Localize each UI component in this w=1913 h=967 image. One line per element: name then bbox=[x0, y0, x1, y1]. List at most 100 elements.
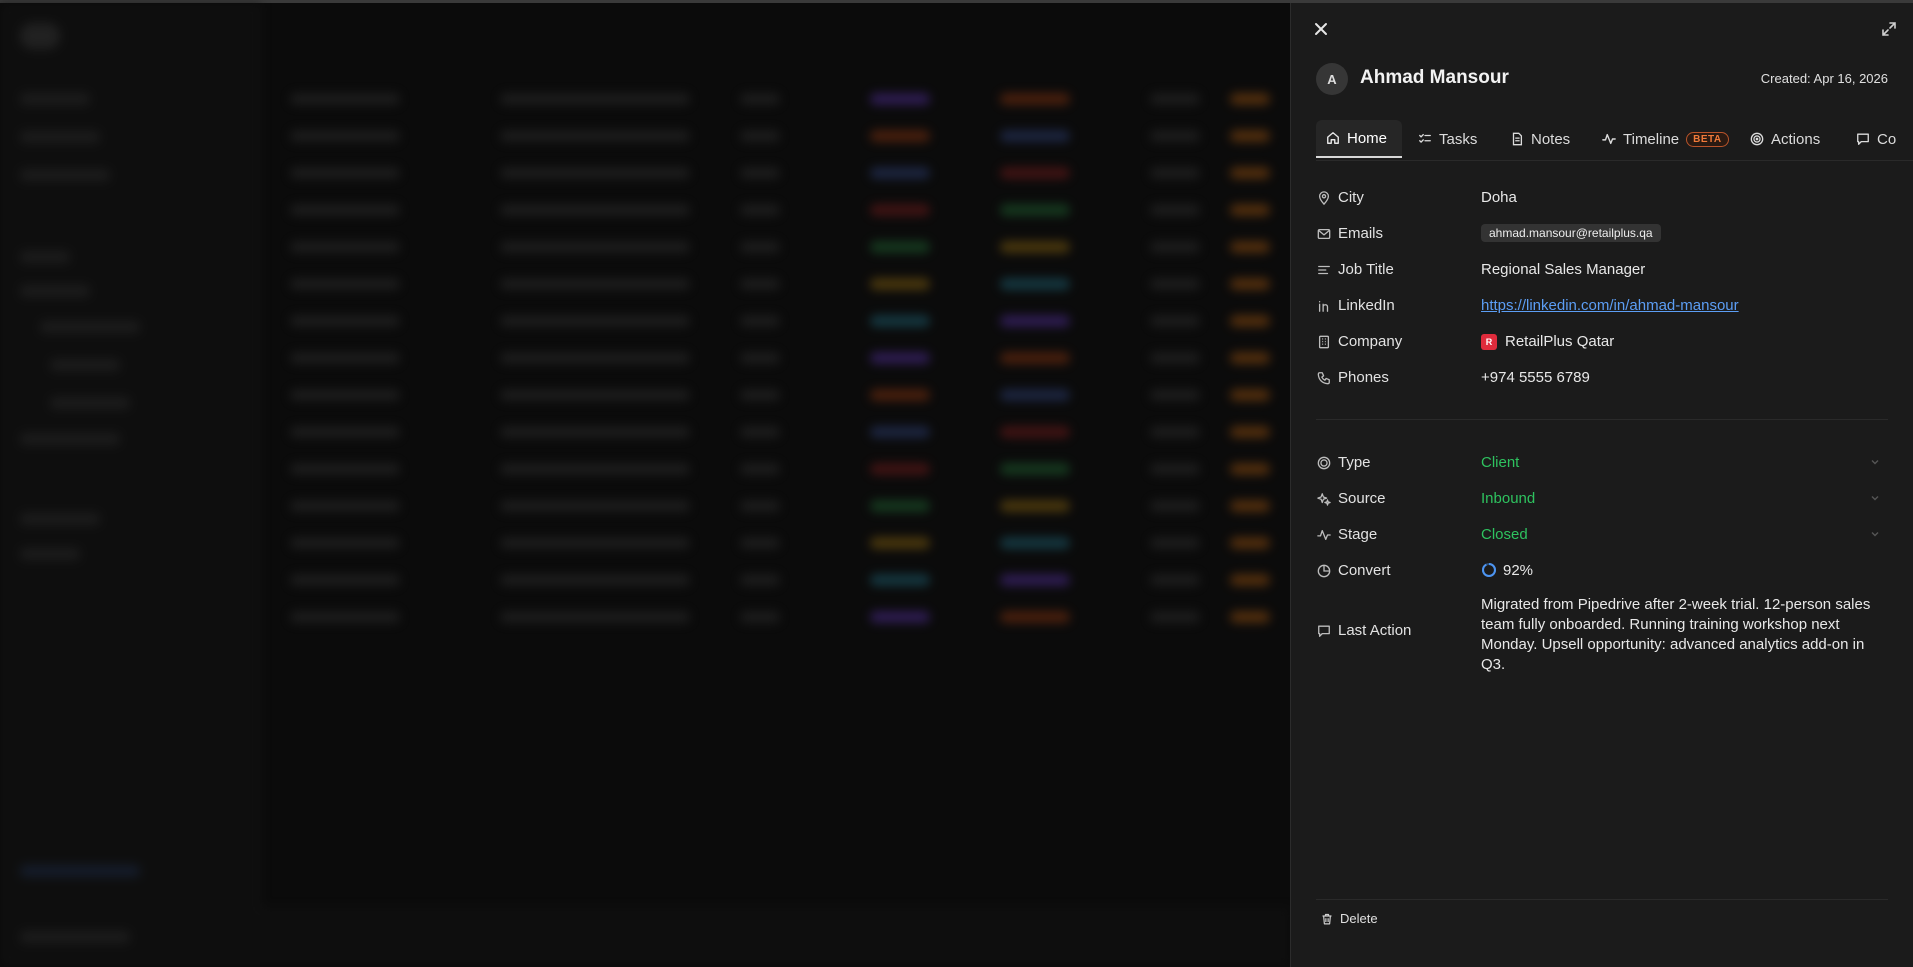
blurred-table-cell bbox=[500, 500, 690, 512]
field-linkedin-label: LinkedIn bbox=[1338, 297, 1395, 314]
linkedin-link[interactable]: https://linkedin.com/in/ahmad-mansour bbox=[1481, 297, 1739, 314]
blurred-table-cell bbox=[870, 574, 930, 586]
blurred-table-cell bbox=[740, 204, 780, 216]
blurred-table-cell bbox=[1150, 500, 1200, 512]
tasks-icon bbox=[1419, 133, 1431, 143]
blurred-table-cell bbox=[740, 241, 780, 253]
blurred-table-cell bbox=[1150, 574, 1200, 586]
building-icon bbox=[1316, 334, 1332, 350]
blurred-table-cell bbox=[1000, 130, 1070, 142]
blurred-table-cell bbox=[1230, 315, 1270, 327]
blurred-table-cell bbox=[870, 426, 930, 438]
chevron-down-icon[interactable] bbox=[1870, 457, 1880, 467]
field-job-title-value[interactable]: Regional Sales Manager bbox=[1481, 261, 1645, 278]
field-last-action-value[interactable]: Migrated from Pipedrive after 2-week tri… bbox=[1481, 595, 1881, 675]
field-phones[interactable]: Phones +974 5555 6789 bbox=[1316, 366, 1888, 390]
blurred-table-cell bbox=[1150, 611, 1200, 623]
home-icon bbox=[1327, 132, 1339, 144]
field-type-value[interactable]: Client bbox=[1481, 454, 1519, 471]
blurred-table-cell bbox=[870, 204, 930, 216]
blurred-table-cell bbox=[1000, 204, 1070, 216]
blurred-table-cell bbox=[740, 463, 780, 475]
blurred-table-cell bbox=[870, 389, 930, 401]
close-icon bbox=[1315, 23, 1327, 35]
created-date: Created: Apr 16, 2026 bbox=[1760, 71, 1888, 86]
record-header: A Ahmad Mansour Created: Apr 16, 2026 bbox=[1316, 63, 1888, 95]
field-stage[interactable]: Stage Closed bbox=[1316, 523, 1888, 547]
blurred-table-cell bbox=[1230, 93, 1270, 105]
close-button[interactable] bbox=[1309, 17, 1333, 41]
field-company[interactable]: Company R RetailPlus Qatar bbox=[1316, 330, 1888, 354]
delete-button[interactable]: Delete bbox=[1321, 911, 1378, 926]
blurred-table-cell bbox=[1150, 130, 1200, 142]
blurred-table-cell bbox=[1000, 93, 1070, 105]
field-last-action-label: Last Action bbox=[1338, 622, 1412, 639]
trash-icon bbox=[1322, 913, 1332, 924]
blurred-table-cell bbox=[1000, 537, 1070, 549]
tab-actions[interactable]: Actions bbox=[1740, 120, 1840, 158]
blurred-table-cell bbox=[740, 167, 780, 179]
company-name[interactable]: RetailPlus Qatar bbox=[1505, 333, 1614, 350]
blurred-table-cell bbox=[1230, 278, 1270, 290]
tab-notes[interactable]: Notes bbox=[1500, 120, 1586, 158]
convert-percent: 92% bbox=[1503, 562, 1534, 579]
background-footer bbox=[260, 908, 1290, 967]
tab-home[interactable]: Home bbox=[1316, 120, 1402, 158]
field-source-value[interactable]: Inbound bbox=[1481, 490, 1535, 507]
field-company-label: Company bbox=[1338, 333, 1403, 350]
blurred-table-cell bbox=[290, 204, 400, 216]
email-chip[interactable]: ahmad.mansour@retailplus.qa bbox=[1481, 224, 1661, 242]
field-source-label: Source bbox=[1338, 490, 1386, 507]
field-job-title[interactable]: Job Title Regional Sales Manager bbox=[1316, 258, 1888, 282]
field-city[interactable]: City Doha bbox=[1316, 186, 1888, 210]
blurred-table-cell bbox=[500, 611, 690, 623]
blurred-table-cell bbox=[740, 130, 780, 142]
blurred-table-cell bbox=[870, 130, 930, 142]
field-phones-value[interactable]: +974 5555 6789 bbox=[1481, 369, 1590, 386]
record-name[interactable]: Ahmad Mansour bbox=[1360, 67, 1509, 89]
blurred-table-cell bbox=[1230, 574, 1270, 586]
tab-home-label: Home bbox=[1347, 129, 1388, 147]
field-city-value[interactable]: Doha bbox=[1481, 189, 1517, 206]
blurred-table-cell bbox=[1000, 352, 1070, 364]
blurred-table-cell bbox=[290, 426, 400, 438]
blurred-table-cell bbox=[1230, 241, 1270, 253]
blurred-table-cell bbox=[290, 241, 400, 253]
tab-timeline-label: Timeline bbox=[1623, 130, 1680, 148]
field-stage-value[interactable]: Closed bbox=[1481, 526, 1528, 543]
blurred-table-cell bbox=[500, 352, 690, 364]
blurred-table-cell bbox=[290, 537, 400, 549]
field-emails[interactable]: Emails ahmad.mansour@retailplus.qa bbox=[1316, 222, 1888, 246]
tab-tasks[interactable]: Tasks bbox=[1408, 120, 1494, 158]
blurred-table-cell bbox=[500, 389, 690, 401]
blurred-table-cell bbox=[290, 574, 400, 586]
linkedin-icon bbox=[1316, 298, 1332, 314]
chevron-down-icon[interactable] bbox=[1870, 493, 1880, 503]
expand-icon bbox=[1882, 22, 1896, 36]
blurred-table-cell bbox=[290, 463, 400, 475]
tab-timeline[interactable]: Timeline BETA bbox=[1592, 120, 1732, 158]
tab-co[interactable]: Co bbox=[1846, 120, 1913, 158]
blurred-table-cell bbox=[500, 278, 690, 290]
blurred-table-cell bbox=[1150, 204, 1200, 216]
field-emails-value[interactable]: ahmad.mansour@retailplus.qa bbox=[1481, 224, 1661, 243]
company-logo: R bbox=[1481, 334, 1497, 350]
blurred-table-cell bbox=[290, 611, 400, 623]
field-type-label: Type bbox=[1338, 454, 1371, 471]
field-linkedin[interactable]: LinkedIn https://linkedin.com/in/ahmad-m… bbox=[1316, 294, 1888, 318]
blurred-table-cell bbox=[1150, 426, 1200, 438]
field-company-value[interactable]: R RetailPlus Qatar bbox=[1481, 333, 1614, 350]
notes-icon bbox=[1512, 132, 1523, 146]
blurred-table-cell bbox=[500, 574, 690, 586]
field-convert-value[interactable]: 92% bbox=[1481, 562, 1533, 579]
blurred-table-cell bbox=[870, 167, 930, 179]
blurred-table-cell bbox=[870, 241, 930, 253]
expand-button[interactable] bbox=[1877, 17, 1901, 41]
mail-icon bbox=[1316, 226, 1332, 242]
field-source[interactable]: Source Inbound bbox=[1316, 487, 1888, 511]
chevron-down-icon[interactable] bbox=[1870, 529, 1880, 539]
field-last-action[interactable]: Last Action Migrated from Pipedrive afte… bbox=[1316, 595, 1888, 675]
field-convert[interactable]: Convert 92% bbox=[1316, 559, 1888, 583]
blurred-table-cell bbox=[1000, 574, 1070, 586]
field-type[interactable]: Type Client bbox=[1316, 451, 1888, 475]
